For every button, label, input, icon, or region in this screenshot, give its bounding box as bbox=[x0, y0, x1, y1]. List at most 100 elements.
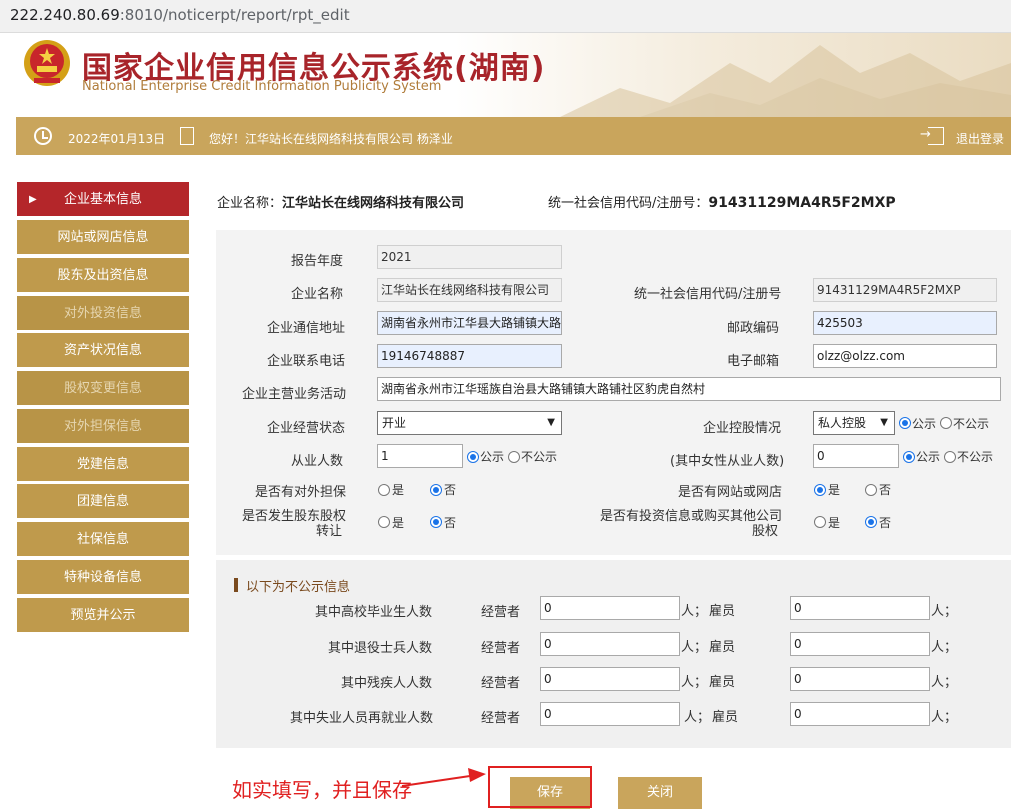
employee-label: 雇员 bbox=[709, 675, 736, 690]
company-name-field[interactable]: 江华站长在线网络科技有限公司 bbox=[377, 278, 562, 302]
close-button[interactable]: 关闭 bbox=[618, 777, 702, 809]
sidebar-item-league[interactable]: 团建信息 bbox=[17, 484, 189, 520]
company-code-line: 统一社会信用代码/注册号：91431129MA4R5F2MXP bbox=[548, 195, 896, 211]
annotation-text: 如实填写，并且保存 bbox=[232, 778, 412, 802]
invest-no-text: 否 bbox=[879, 516, 892, 530]
employee-label: 雇员 bbox=[709, 640, 736, 655]
sidebar-item-guarantee[interactable]: 对外担保信息 bbox=[17, 409, 189, 445]
employees-private-radio[interactable] bbox=[508, 451, 520, 463]
veterans-employee-field[interactable]: 0 bbox=[790, 632, 930, 656]
email-label: 电子邮箱 bbox=[727, 354, 780, 369]
control-public-text: 公示 bbox=[912, 417, 937, 431]
operation-status-select[interactable]: 开业 ▼ bbox=[377, 411, 562, 435]
user-icon bbox=[180, 127, 194, 145]
graduates-employee-field[interactable]: 0 bbox=[790, 596, 930, 620]
equity-transfer-label: 是否发生股东股权 转让 bbox=[242, 509, 347, 539]
disabled-operator-field[interactable]: 0 bbox=[540, 667, 680, 691]
clock-icon bbox=[34, 127, 52, 145]
business-field[interactable]: 湖南省永州市江华瑶族自治县大路铺镇大路铺社区豹虎自然村 bbox=[377, 377, 1001, 401]
sidebar-item-equity-change[interactable]: 股权变更信息 bbox=[17, 371, 189, 407]
unit-label: 人； bbox=[681, 640, 708, 655]
transfer-yes-text: 是 bbox=[392, 516, 405, 530]
chevron-down-icon: ▼ bbox=[880, 417, 888, 428]
guarantee-label: 是否有对外担保 bbox=[255, 485, 347, 500]
logout-icon[interactable] bbox=[920, 127, 944, 145]
transfer-yes-radio[interactable] bbox=[378, 516, 390, 528]
unit-label: 人； bbox=[681, 675, 708, 690]
credit-code-field[interactable]: 91431129MA4R5F2MXP bbox=[813, 278, 997, 302]
control-private-radio[interactable] bbox=[940, 417, 952, 429]
female-employees-field[interactable]: 0 bbox=[813, 444, 899, 468]
operation-status-label: 企业经营状态 bbox=[267, 421, 346, 436]
year-label: 报告年度 bbox=[291, 254, 344, 269]
unit-label: 人； bbox=[931, 604, 958, 619]
disabled-employee-field[interactable]: 0 bbox=[790, 667, 930, 691]
guarantee-yes-radio[interactable] bbox=[378, 484, 390, 496]
graduates-label: 其中高校毕业生人数 bbox=[315, 605, 433, 620]
female-private-radio[interactable] bbox=[944, 451, 956, 463]
postcode-field[interactable]: 425503 bbox=[813, 311, 997, 335]
website-yes-radio[interactable] bbox=[814, 484, 826, 496]
control-private-text: 不公示 bbox=[953, 417, 990, 431]
sidebar-item-investment[interactable]: 对外投资信息 bbox=[17, 296, 189, 332]
non-public-title: 以下为不公示信息 bbox=[246, 580, 351, 595]
control-public-radio[interactable] bbox=[899, 417, 911, 429]
website-no-radio[interactable] bbox=[865, 484, 877, 496]
sidebar-item-social-security[interactable]: 社保信息 bbox=[17, 522, 189, 558]
current-date: 2022年01月13日 bbox=[68, 132, 166, 146]
female-public-text: 公示 bbox=[916, 450, 941, 464]
unit-label: 人； bbox=[931, 640, 958, 655]
reemployed-operator-field[interactable]: 0 bbox=[540, 702, 680, 726]
report-year-field[interactable]: 2021 bbox=[377, 245, 562, 269]
company-name-line: 企业名称：江华站长在线网络科技有限公司 bbox=[217, 196, 465, 211]
postcode-label: 邮政编码 bbox=[727, 321, 780, 336]
save-highlight-box bbox=[488, 766, 592, 808]
arrow-right-icon: ▶ bbox=[29, 194, 37, 205]
guarantee-no-radio[interactable] bbox=[430, 484, 442, 496]
employee-label: 雇员 bbox=[712, 710, 739, 725]
reemployed-employee-field[interactable]: 0 bbox=[790, 702, 930, 726]
sidebar-item-basic-info[interactable]: ▶ 企业基本信息 bbox=[17, 182, 189, 218]
sidebar-item-website[interactable]: 网站或网店信息 bbox=[17, 220, 189, 256]
transfer-no-radio[interactable] bbox=[430, 516, 442, 528]
invest-yes-radio[interactable] bbox=[814, 516, 826, 528]
invest-yes-text: 是 bbox=[828, 516, 841, 530]
disabled-label: 其中残疾人人数 bbox=[341, 676, 433, 691]
phone-label: 企业联系电话 bbox=[267, 354, 346, 369]
email-field[interactable]: olzz@olzz.com bbox=[813, 344, 997, 368]
url-text[interactable]: 222.240.80.69:8010/noticerpt/report/rpt_… bbox=[10, 6, 350, 24]
website-no-text: 否 bbox=[879, 483, 892, 497]
operator-label: 经营者 bbox=[481, 641, 521, 656]
unit-label: 人； bbox=[931, 710, 958, 725]
annotation-arrow-icon bbox=[401, 768, 486, 787]
unit-label: 人； bbox=[684, 710, 711, 725]
operator-label: 经营者 bbox=[481, 605, 521, 620]
control-select[interactable]: 私人控股 ▼ bbox=[813, 411, 895, 435]
sidebar-item-preview-publish[interactable]: 预览并公示 bbox=[17, 598, 189, 634]
sidebar-item-shareholders[interactable]: 股东及出资信息 bbox=[17, 258, 189, 294]
site-subtitle: National Enterprise Credit Information P… bbox=[82, 79, 442, 94]
sidebar-item-assets[interactable]: 资产状况信息 bbox=[17, 333, 189, 369]
female-public-radio[interactable] bbox=[903, 451, 915, 463]
employees-public-radio[interactable] bbox=[467, 451, 479, 463]
employees-field[interactable]: 1 bbox=[377, 444, 463, 468]
operator-label: 经营者 bbox=[481, 676, 521, 691]
logout-link[interactable]: 退出登录 bbox=[956, 130, 1004, 147]
website-yes-text: 是 bbox=[828, 483, 841, 497]
invest-no-radio[interactable] bbox=[865, 516, 877, 528]
user-greeting: 您好！江华站长在线网络科技有限公司 杨泽业 bbox=[209, 132, 453, 146]
business-label: 企业主营业务活动 bbox=[242, 387, 347, 402]
sidebar-item-party[interactable]: 党建信息 bbox=[17, 447, 189, 483]
name-label: 企业名称 bbox=[291, 287, 344, 302]
graduates-operator-field[interactable]: 0 bbox=[540, 596, 680, 620]
mountain-decoration bbox=[560, 45, 1011, 117]
control-label: 企业控股情况 bbox=[703, 421, 782, 436]
address-field[interactable]: 湖南省永州市江华县大路铺镇大路 bbox=[377, 311, 562, 335]
status-bar bbox=[16, 117, 1011, 155]
operator-label: 经营者 bbox=[481, 711, 521, 726]
credit-code-label: 统一社会信用代码/注册号 bbox=[634, 287, 782, 302]
female-employees-label: (其中女性从业人数) bbox=[670, 454, 785, 469]
veterans-operator-field[interactable]: 0 bbox=[540, 632, 680, 656]
phone-field[interactable]: 19146748887 bbox=[377, 344, 562, 368]
sidebar-item-special-equipment[interactable]: 特种设备信息 bbox=[17, 560, 189, 596]
